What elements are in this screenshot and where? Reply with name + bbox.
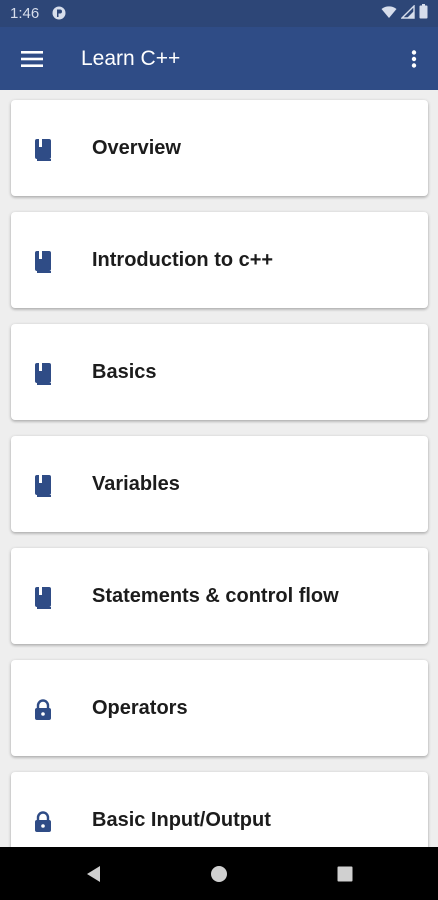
app-title: Learn C++	[81, 47, 181, 70]
topic-card-basic-io[interactable]: Basic Input/Output	[11, 772, 428, 847]
topic-label: Operators	[92, 696, 188, 719]
wifi-icon	[381, 5, 397, 23]
topic-label: Basic Input/Output	[92, 808, 271, 831]
topic-card-overview[interactable]: Overview	[11, 100, 428, 196]
back-button[interactable]	[80, 861, 106, 887]
book-icon	[33, 474, 53, 498]
app-bar: Learn C++	[0, 27, 438, 90]
status-icons	[381, 3, 428, 23]
home-icon	[211, 866, 227, 882]
topic-list: Overview Introduction to c++ Basics Vari…	[0, 90, 438, 847]
topic-card-introduction[interactable]: Introduction to c++	[11, 212, 428, 308]
lock-icon	[33, 810, 53, 834]
book-icon	[33, 250, 53, 274]
system-nav-bar	[0, 847, 438, 900]
topic-label: Overview	[92, 136, 181, 159]
battery-icon	[419, 4, 428, 23]
hamburger-menu-icon	[21, 51, 43, 67]
back-icon	[87, 866, 100, 882]
lock-icon	[33, 698, 53, 722]
topic-card-variables[interactable]: Variables	[11, 436, 428, 532]
book-icon	[33, 138, 53, 162]
recents-button[interactable]	[332, 861, 358, 887]
topic-label: Statements & control flow	[92, 584, 339, 607]
notification-icon	[52, 6, 66, 20]
topic-label: Basics	[92, 360, 157, 383]
topic-card-statements[interactable]: Statements & control flow	[11, 548, 428, 644]
topic-label: Introduction to c++	[92, 248, 274, 271]
menu-button[interactable]	[12, 39, 52, 79]
home-button[interactable]	[206, 861, 232, 887]
status-time: 1:46	[10, 5, 40, 22]
more-vert-icon	[411, 50, 417, 68]
topic-card-basics[interactable]: Basics	[11, 324, 428, 420]
topic-label: Variables	[92, 472, 180, 495]
signal-icon	[400, 3, 415, 23]
topic-card-operators[interactable]: Operators	[11, 660, 428, 756]
overflow-menu-button[interactable]	[402, 39, 426, 79]
book-icon	[33, 362, 53, 386]
recents-icon	[337, 866, 353, 882]
book-icon	[33, 586, 53, 610]
status-bar: 1:46	[0, 0, 438, 27]
